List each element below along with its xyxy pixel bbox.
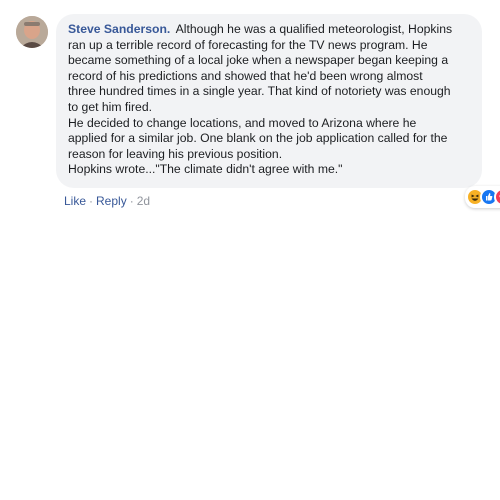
comment-line: record of his predictions and showed tha… — [68, 68, 423, 83]
author-name[interactable]: Steve Sanderson. — [68, 22, 174, 36]
comment-line: to get him fired. — [68, 99, 152, 114]
comment-line: ran up a terrible record of forecasting … — [68, 37, 428, 52]
comment-actions: Like · Reply · 2d — [64, 194, 150, 208]
like-link[interactable]: Like — [64, 194, 86, 208]
timestamp[interactable]: 2d — [137, 194, 150, 208]
reactions-summary[interactable]: 8 — [465, 186, 500, 208]
separator: · — [129, 194, 134, 208]
comment-line: Hopkins wrote..."The climate didn't agre… — [68, 162, 343, 177]
separator: · — [89, 194, 94, 208]
comment-line: applied for a similar job. One blank on … — [68, 131, 448, 146]
comment-line: He decided to change locations, and move… — [68, 115, 417, 130]
reply-link[interactable]: Reply — [96, 194, 127, 208]
comment-line: Although he was a qualified meteorologis… — [175, 22, 453, 36]
comment-bubble: Steve Sanderson. Although he was a quali… — [56, 14, 482, 188]
comment-line: became something of a local joke when a … — [68, 53, 449, 68]
comment-line: reason for leaving his previous position… — [68, 146, 283, 161]
comment-line: three hundred times in a single year. Th… — [68, 84, 451, 99]
avatar[interactable] — [16, 16, 48, 48]
